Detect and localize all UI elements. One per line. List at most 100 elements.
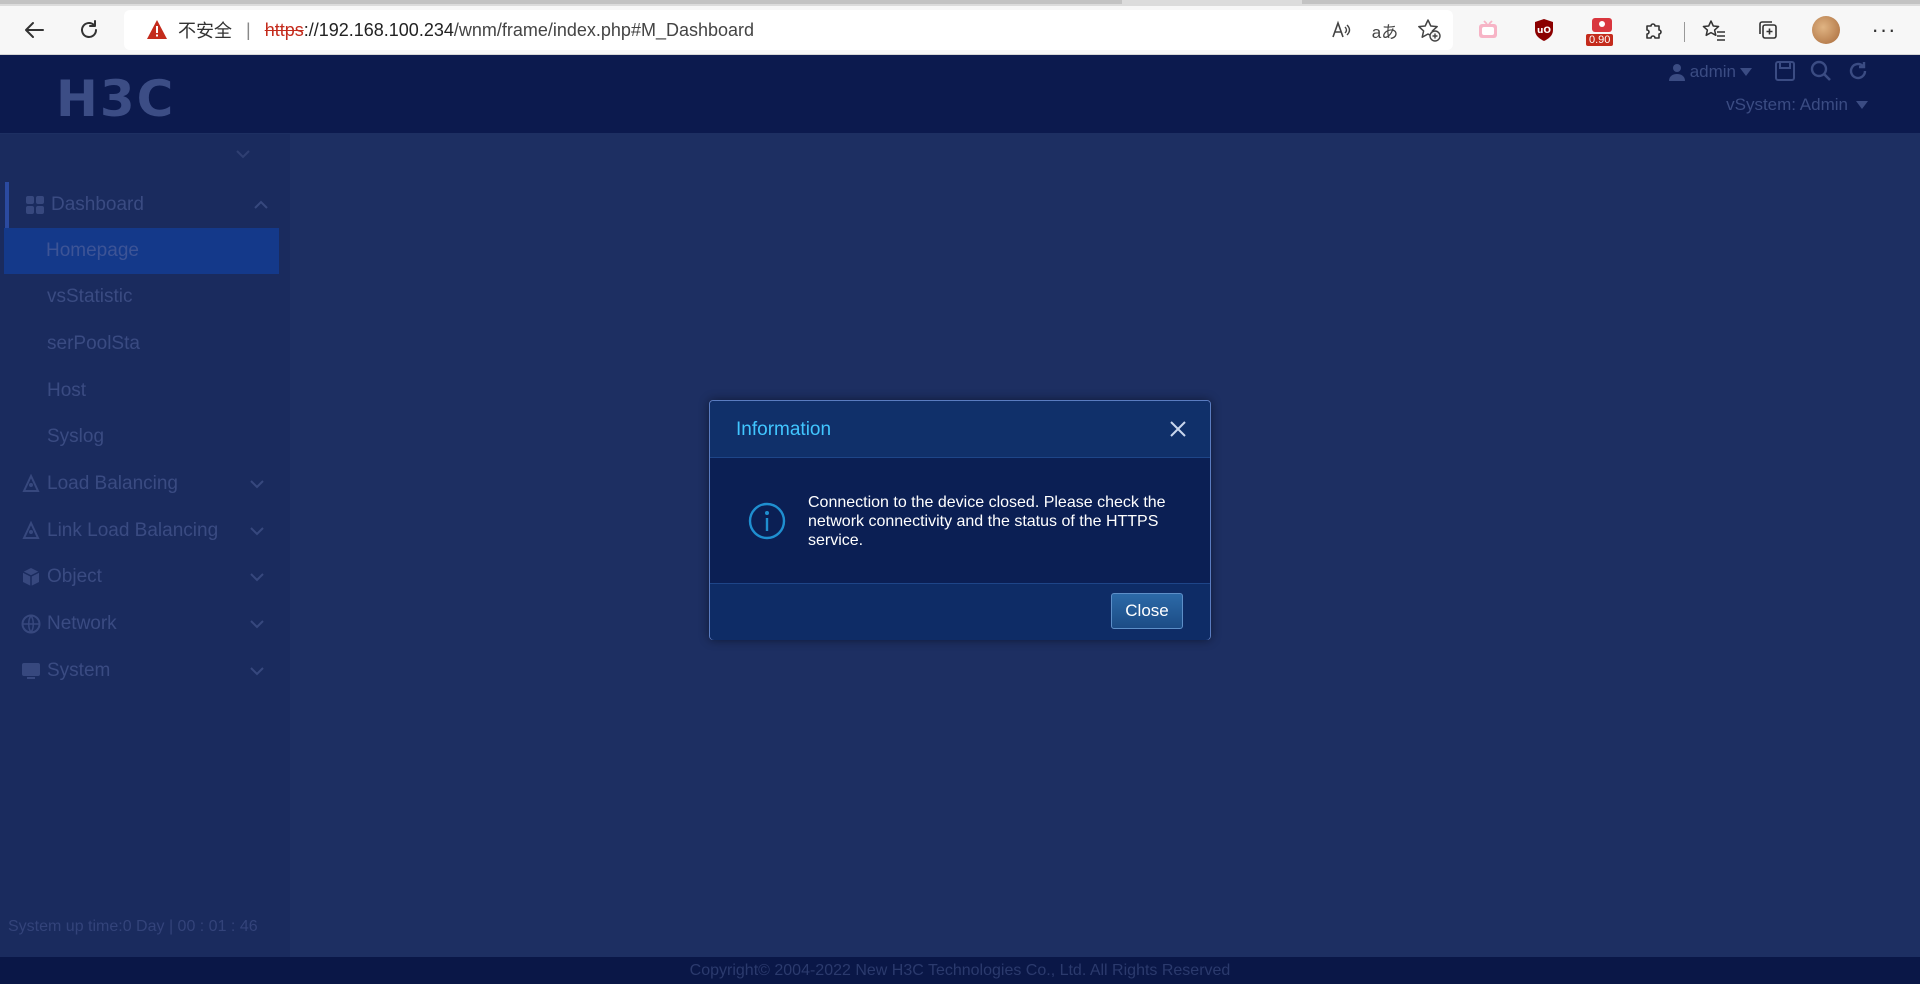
vsystem-label: vSystem: Admin xyxy=(1726,95,1848,114)
url-host: ://192.168.100.234 xyxy=(303,19,454,40)
dialog-footer: Close xyxy=(710,583,1210,640)
ublock-shield-icon: uO xyxy=(1535,19,1553,41)
bilibili-extension-icon xyxy=(1479,20,1497,38)
user-menu[interactable]: admin xyxy=(1668,62,1752,82)
sidebar-item-label: Homepage xyxy=(46,240,139,261)
link-load-balancing-icon xyxy=(22,521,40,539)
sidebar-item-label: Syslog xyxy=(47,426,105,447)
sidebar-item-label: serPoolSta xyxy=(47,333,140,354)
translate-icon: aあ xyxy=(1371,22,1399,42)
chevron-down-icon xyxy=(250,480,264,489)
extensions-button[interactable] xyxy=(1638,14,1670,46)
extension-badge-button[interactable]: 0.90 xyxy=(1584,14,1620,46)
search-icon xyxy=(1810,60,1831,81)
sidebar-item-host[interactable]: Host xyxy=(5,368,279,414)
sidebar-item-label: Load Balancing xyxy=(47,473,178,494)
dialog-title: Information xyxy=(736,419,832,440)
dialog-message: Connection to the device closed. Please … xyxy=(808,494,1166,549)
chevron-up-icon xyxy=(254,200,268,209)
sidebar-item-network[interactable]: Network xyxy=(5,601,279,647)
extension-badge: 0.90 xyxy=(1586,34,1614,46)
sidebar-item-label: Object xyxy=(47,566,102,587)
system-uptime: System up time:0 Day | 00 : 01 : 46 xyxy=(8,918,258,935)
sidebar-item-label: Link Load Balancing xyxy=(47,520,219,541)
chevron-down-icon xyxy=(250,527,264,536)
chevron-down-icon xyxy=(250,620,264,629)
chevron-down-icon xyxy=(250,667,264,676)
caret-down-icon xyxy=(1740,68,1752,76)
more-dots-icon: ··· xyxy=(1871,17,1897,42)
copyright-text: Copyright© 2004-2022 New H3C Technologie… xyxy=(689,962,1231,979)
favorites-list-icon xyxy=(1702,20,1725,41)
refresh-icon xyxy=(1849,62,1867,80)
warning-icon[interactable] xyxy=(146,19,168,41)
app-header xyxy=(0,55,1920,133)
address-bar[interactable]: 不安全 | https://192.168.100.234/wnm/frame/… xyxy=(124,10,1453,50)
caret-down-icon xyxy=(1856,101,1868,109)
save-icon xyxy=(1775,61,1795,81)
h3c-logo: H3C xyxy=(56,70,176,128)
globe-icon xyxy=(21,614,41,634)
sidebar-item-label: Dashboard xyxy=(51,194,144,215)
read-aloud-button[interactable] xyxy=(1325,14,1357,46)
footer: Copyright© 2004-2022 New H3C Technologie… xyxy=(0,957,1920,984)
sidebar-item-label: Network xyxy=(47,613,117,634)
puzzle-icon xyxy=(1646,23,1662,39)
address-separator: | xyxy=(246,19,251,40)
sidebar-item-load-balancing[interactable]: Load Balancing xyxy=(5,461,279,507)
sidebar-item-vsstatistic[interactable]: vsStatistic xyxy=(5,274,279,320)
svg-text:uO: uO xyxy=(1537,26,1551,36)
star-add-icon xyxy=(1418,19,1441,42)
search-button[interactable] xyxy=(1810,60,1832,82)
dialog-close-button[interactable] xyxy=(1168,419,1188,439)
browser-toolbar: 不安全 | https://192.168.100.234/wnm/frame/… xyxy=(0,6,1920,55)
extension-button[interactable] xyxy=(1472,14,1504,46)
add-favorite-button[interactable] xyxy=(1413,14,1445,46)
info-icon xyxy=(748,502,786,540)
sidebar-item-homepage[interactable]: Homepage xyxy=(4,228,279,274)
read-aloud-icon xyxy=(1332,20,1351,38)
tab-inactive[interactable] xyxy=(0,0,1122,4)
arrow-left-icon xyxy=(25,22,44,38)
back-button[interactable] xyxy=(18,14,50,46)
reload-button[interactable] xyxy=(73,14,105,46)
user-icon xyxy=(1668,64,1685,81)
close-button[interactable]: Close xyxy=(1111,593,1183,629)
tab-inactive[interactable] xyxy=(1302,0,1920,4)
sidebar-item-object[interactable]: Object xyxy=(5,554,279,600)
dashboard-icon xyxy=(26,196,44,214)
url-scheme: https xyxy=(264,19,304,40)
sidebar-item-serpoolsta[interactable]: serPoolSta xyxy=(5,321,279,367)
profile-button[interactable] xyxy=(1810,14,1842,46)
sidebar-collapse-button[interactable] xyxy=(236,146,250,162)
monitor-icon xyxy=(22,663,40,679)
sidebar-item-system[interactable]: System xyxy=(5,648,279,694)
ublock-extension-button[interactable]: uO xyxy=(1528,14,1560,46)
sidebar-item-link-load-balancing[interactable]: Link Load Balancing xyxy=(5,508,279,554)
url-path: /wnm/frame/index.php#M_Dashboard xyxy=(453,19,755,40)
refresh-button[interactable] xyxy=(1847,60,1869,82)
sidebar-item-label: Host xyxy=(47,380,87,401)
extension-puzzle-red-icon xyxy=(1592,18,1612,32)
sidebar-item-dashboard[interactable]: Dashboard xyxy=(5,182,283,228)
chevron-down-icon xyxy=(250,573,264,582)
url-text[interactable]: https://192.168.100.234/wnm/frame/index.… xyxy=(265,20,754,41)
toolbar-divider xyxy=(1684,22,1685,42)
save-config-button[interactable] xyxy=(1774,60,1796,82)
close-icon xyxy=(1170,421,1186,437)
information-dialog: Information Connection to the device clo… xyxy=(709,400,1211,640)
more-menu-button[interactable]: ··· xyxy=(1868,14,1900,46)
sidebar-item-syslog[interactable]: Syslog xyxy=(5,414,279,460)
collections-button[interactable] xyxy=(1752,14,1784,46)
sidebar-item-label: System xyxy=(47,660,111,681)
vsystem-selector[interactable]: vSystem: Admin xyxy=(1726,95,1868,115)
user-name: admin xyxy=(1689,62,1736,81)
object-cube-icon xyxy=(22,568,40,586)
avatar xyxy=(1812,16,1840,44)
translate-button[interactable]: aあ xyxy=(1369,14,1401,46)
favorites-button[interactable] xyxy=(1698,14,1730,46)
sidebar-item-label: vsStatistic xyxy=(47,286,133,307)
chevron-down-icon xyxy=(236,150,250,159)
dialog-header: Information xyxy=(710,401,1210,458)
security-label[interactable]: 不安全 xyxy=(178,17,232,43)
